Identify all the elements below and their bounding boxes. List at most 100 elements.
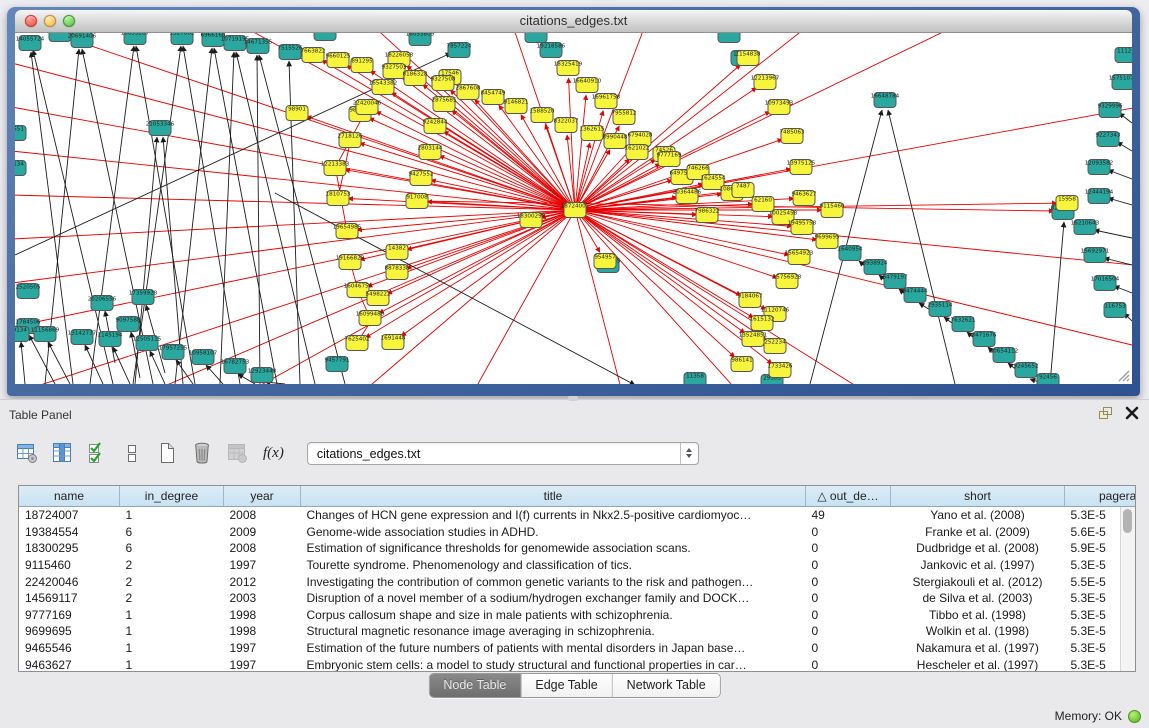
network-node[interactable]: 9146821	[504, 99, 529, 114]
table-row[interactable]: 1830029562008Estimation of significance …	[19, 540, 1136, 557]
table-cell[interactable]: Estimation of the future numbers of pati…	[301, 640, 806, 657]
table-cell[interactable]: 0	[806, 524, 891, 541]
network-node[interactable]: 12093582	[1085, 160, 1113, 175]
network-node[interactable]: 16099488	[356, 311, 385, 326]
tab-edge-table[interactable]: Edge Table	[521, 674, 612, 697]
table-row[interactable]: 911546021997Tourette syndrome. Phenomeno…	[19, 557, 1136, 574]
table-cell[interactable]: 1997	[224, 640, 301, 657]
network-node[interactable]: 1621022	[625, 145, 650, 160]
table-cell[interactable]: Dudbridge et al. (2008)	[891, 540, 1065, 557]
column-header-pagerank[interactable]: pagerank	[1065, 486, 1137, 507]
table-cell[interactable]: 1	[120, 507, 224, 524]
network-node[interactable]: 917008	[406, 194, 428, 209]
network-node[interactable]: 7515526	[278, 45, 303, 60]
table-cell[interactable]: Franke et al. (2009)	[891, 524, 1065, 541]
network-node[interactable]: 19218586	[537, 43, 566, 58]
network-window[interactable]: citations_edges.txt 18724007140557241821…	[7, 7, 1140, 396]
table-cell[interactable]: 0	[806, 607, 891, 624]
network-node[interactable]: 15756928	[773, 274, 802, 289]
network-node[interactable]: 20691406	[68, 33, 97, 48]
network-node[interactable]: 8878338	[385, 265, 410, 280]
network-node[interactable]: 9474444	[903, 288, 928, 303]
network-node[interactable]: 7625402	[345, 336, 370, 351]
function-builder-icon[interactable]: f(x)	[263, 445, 284, 462]
tab-node-table[interactable]: Node Table	[429, 674, 521, 697]
column-select-icon[interactable]	[49, 440, 75, 466]
table-cell[interactable]: 0	[806, 640, 891, 657]
canvas-resize-grip[interactable]	[1114, 366, 1130, 382]
network-node[interactable]: 9427552	[409, 171, 434, 186]
network-node[interactable]: 6479197	[883, 274, 908, 289]
network-node[interactable]: 12213383	[321, 161, 350, 176]
network-node[interactable]: 9227343	[1096, 132, 1121, 147]
table-cell[interactable]: 14569117	[19, 590, 120, 607]
network-node[interactable]: 1733426	[768, 363, 793, 378]
network-node[interactable]: 9660125	[326, 53, 351, 68]
table-cell[interactable]: Stergiakouli et al. (2012)	[891, 573, 1065, 590]
network-node[interactable]: 9457791	[325, 357, 350, 372]
table-cell[interactable]: Disruption of a novel member of a sodium…	[301, 590, 806, 607]
network-node[interactable]: 1145194	[98, 332, 123, 347]
network-node[interactable]: 7857224	[447, 43, 472, 58]
network-node[interactable]: 17957255	[159, 345, 188, 360]
network-node[interactable]: 17359928	[129, 290, 158, 305]
column-header-indegree[interactable]: in_degree	[120, 486, 224, 507]
table-cell[interactable]: 2	[120, 557, 224, 574]
network-select-stepper[interactable]	[680, 443, 698, 464]
network-node[interactable]: 16648784	[871, 93, 900, 108]
column-header-title[interactable]: title	[301, 486, 806, 507]
network-node[interactable]: 16543382	[369, 80, 397, 95]
network-node[interactable]: 15958	[1056, 196, 1078, 211]
network-node[interactable]: 1588520	[530, 108, 555, 123]
table-cell[interactable]: 9463627	[19, 656, 120, 672]
network-node[interactable]: 7485063	[780, 129, 805, 144]
table-cell[interactable]: Structural magnetic resonance image aver…	[301, 623, 806, 640]
network-node[interactable]: 20497	[314, 33, 336, 41]
network-node[interactable]: 2087682	[717, 33, 742, 43]
network-node[interactable]: 16640910	[573, 78, 602, 93]
network-node[interactable]: 1691448	[381, 335, 406, 350]
network-node[interactable]: 9242844	[423, 119, 448, 134]
table-cell[interactable]: 0	[806, 590, 891, 607]
network-node[interactable]: 7632621	[951, 317, 976, 332]
network-node[interactable]: 7986322	[695, 208, 720, 223]
network-node[interactable]: 7663822	[301, 48, 326, 63]
network-node[interactable]: 14382	[386, 245, 408, 260]
network-node[interactable]: 98901	[286, 106, 308, 121]
table-cell[interactable]: 2	[120, 573, 224, 590]
network-node[interactable]: 18325419	[554, 61, 583, 76]
table-cell[interactable]: 0	[806, 623, 891, 640]
float-panel-icon[interactable]	[1097, 405, 1113, 421]
table-row[interactable]: 946362711997Embryonic stem cells: a mode…	[19, 656, 1136, 672]
column-checklist-icon[interactable]	[84, 440, 110, 466]
table-cell[interactable]: 22420046	[19, 573, 120, 590]
table-cell[interactable]: 2009	[224, 524, 301, 541]
table-row[interactable]: 1456911722003Disruption of a novel membe…	[19, 590, 1136, 607]
table-cell[interactable]: 0	[806, 540, 891, 557]
network-node[interactable]: 9699695	[815, 234, 840, 249]
network-node[interactable]: 11358	[684, 373, 706, 385]
table-cell[interactable]: 2003	[224, 590, 301, 607]
network-node[interactable]: 39134	[15, 327, 29, 342]
network-node[interactable]: 2875685	[432, 97, 457, 112]
table-vertical-scrollbar[interactable]	[1120, 507, 1135, 671]
network-node[interactable]: 13975125	[787, 160, 816, 175]
column-header-year[interactable]: year	[224, 486, 301, 507]
network-node[interactable]: 116753	[1104, 303, 1126, 318]
delete-column-icon[interactable]	[189, 440, 215, 466]
table-cell[interactable]: Yano et al. (2008)	[891, 507, 1065, 524]
network-node[interactable]: 16053809	[406, 33, 435, 46]
network-node[interactable]: 5498222	[366, 291, 391, 306]
table-cell[interactable]: Tourette syndrome. Phenomenology and cla…	[301, 557, 806, 574]
table-cell[interactable]: 6	[120, 540, 224, 557]
network-node[interactable]: 2935114	[928, 302, 953, 317]
network-node[interactable]: 9329996	[1098, 103, 1123, 118]
column-header-outde[interactable]: △ out_de…	[806, 486, 891, 507]
network-node[interactable]: 10973493	[765, 100, 794, 115]
network-node[interactable]: 9097588	[116, 317, 141, 332]
table-row[interactable]: 969969511998Structural magnetic resonanc…	[19, 623, 1136, 640]
network-node[interactable]: 986141	[731, 357, 753, 372]
table-row[interactable]: 977716911998Corpus callosum shape and si…	[19, 607, 1136, 624]
network-node[interactable]: 9463627	[792, 191, 817, 206]
network-node[interactable]: 20364486	[673, 189, 702, 204]
